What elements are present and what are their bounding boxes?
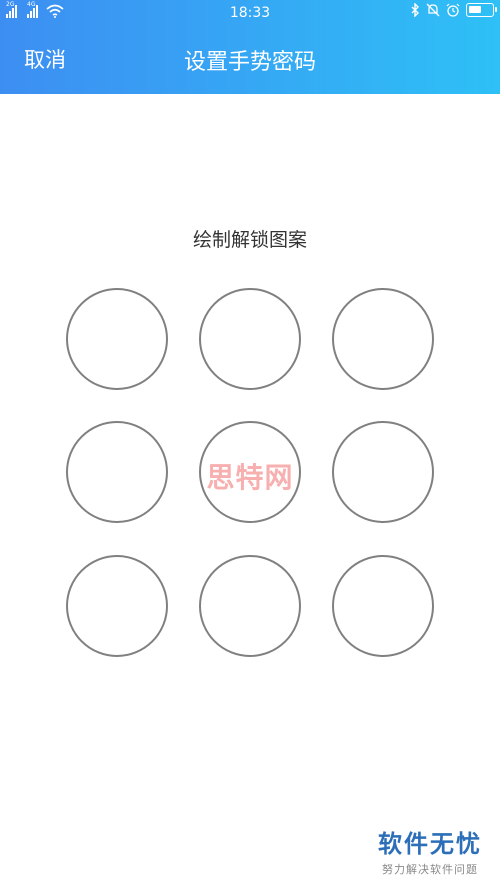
pattern-node[interactable]	[66, 555, 168, 657]
logo-title: 软件无忧	[378, 830, 482, 858]
pattern-node[interactable]	[199, 288, 301, 390]
pattern-node[interactable]	[199, 555, 301, 657]
pattern-node[interactable]	[199, 421, 301, 523]
pattern-node[interactable]	[66, 421, 168, 523]
logo-subtitle: 努力解决软件问题	[382, 863, 478, 876]
pattern-node[interactable]	[332, 288, 434, 390]
pattern-node[interactable]	[332, 555, 434, 657]
brand-logo: 软件无忧 努力解决软件问题	[378, 824, 482, 877]
pattern-node[interactable]	[332, 421, 434, 523]
pattern-node[interactable]	[66, 288, 168, 390]
pattern-grid[interactable]	[0, 0, 500, 889]
